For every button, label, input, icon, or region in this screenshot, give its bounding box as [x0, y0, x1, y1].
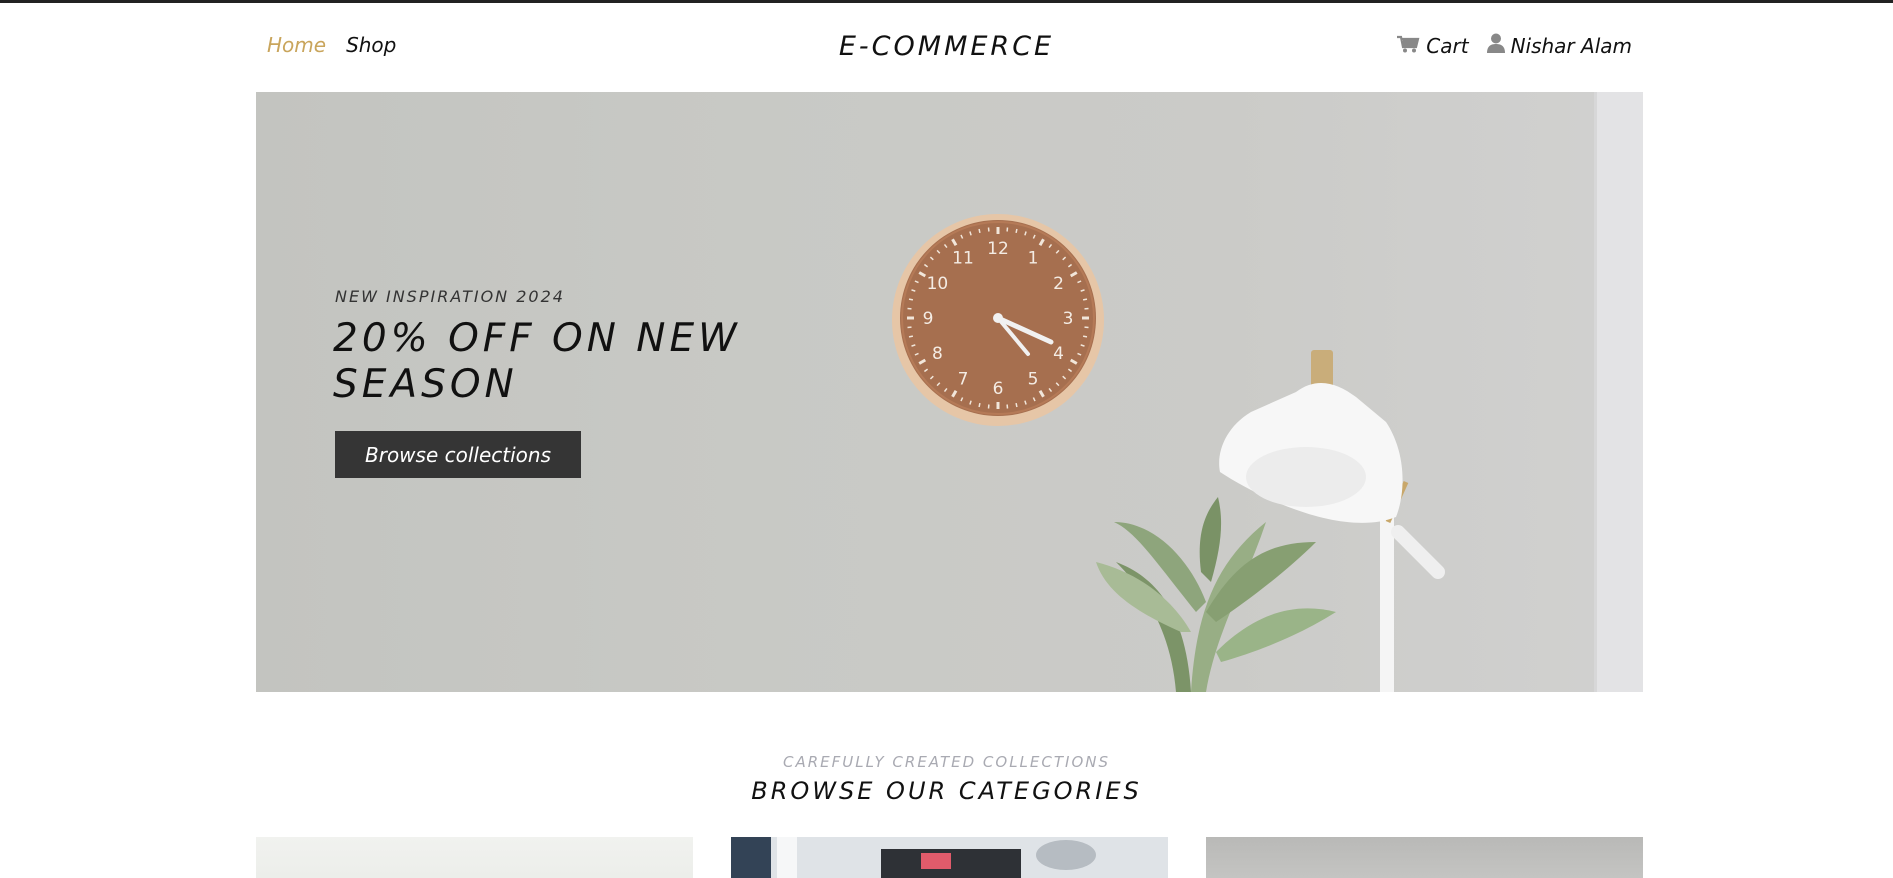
- clock-tick: [978, 402, 981, 408]
- user-nav: Cart Nishar Alam: [1396, 33, 1632, 58]
- clock-numeral: 3: [1063, 309, 1074, 329]
- clock-numeral: 4: [1053, 344, 1064, 364]
- clock-tick: [1015, 228, 1018, 234]
- clock-numeral: 2: [1053, 274, 1064, 294]
- clock-numeral: 6: [993, 379, 1004, 399]
- clock-numeral: 12: [987, 239, 1009, 259]
- hero-kicker: NEW INSPIRATION 2024: [335, 287, 565, 306]
- hero-banner: 12 1 2 3 4 5 6 7 8 9 10 11 NEW INSPIRATION 2024 20%…: [256, 92, 1643, 692]
- wall-clock-illustration: 12 12 3 45 6 78 9 1011: [892, 214, 1104, 426]
- category-card[interactable]: [256, 837, 693, 878]
- cart-icon: [1396, 34, 1420, 58]
- clock-numeral: 7: [958, 370, 969, 390]
- user-icon: [1486, 33, 1505, 58]
- clock-numeral: 8: [932, 344, 943, 364]
- top-border: [0, 0, 1893, 3]
- clock-tick: [908, 298, 914, 301]
- clock-tick: [1082, 298, 1088, 301]
- section-title: BROWSE OUR CATEGORIES: [751, 777, 1142, 805]
- user-name: Nishar Alam: [1510, 33, 1632, 58]
- category-image: [731, 837, 1096, 878]
- plant-illustration: [1096, 497, 1336, 692]
- cart-link[interactable]: Cart: [1396, 33, 1469, 58]
- category-card[interactable]: [731, 837, 1168, 878]
- clock-numeral: 5: [1028, 370, 1039, 390]
- clock-numeral: 11: [952, 248, 974, 268]
- browse-collections-button[interactable]: Browse collections: [335, 431, 581, 478]
- category-card[interactable]: [1206, 837, 1643, 878]
- user-menu[interactable]: Nishar Alam: [1486, 33, 1632, 58]
- hero-wall-edge: [1594, 92, 1643, 692]
- clock-tick: [1015, 402, 1018, 408]
- clock-numeral: 9: [923, 309, 934, 329]
- clock-tick: [908, 335, 914, 338]
- clock-numeral: 1: [1028, 248, 1039, 268]
- section-kicker: CAREFULLY CREATED COLLECTIONS: [782, 753, 1111, 771]
- clock-numeral: 10: [927, 274, 949, 294]
- clock-tick: [978, 228, 981, 234]
- hero-title: 20% OFF ON NEW SEASON: [333, 316, 741, 407]
- clock-tick: [1082, 335, 1088, 338]
- cart-label: Cart: [1426, 33, 1469, 58]
